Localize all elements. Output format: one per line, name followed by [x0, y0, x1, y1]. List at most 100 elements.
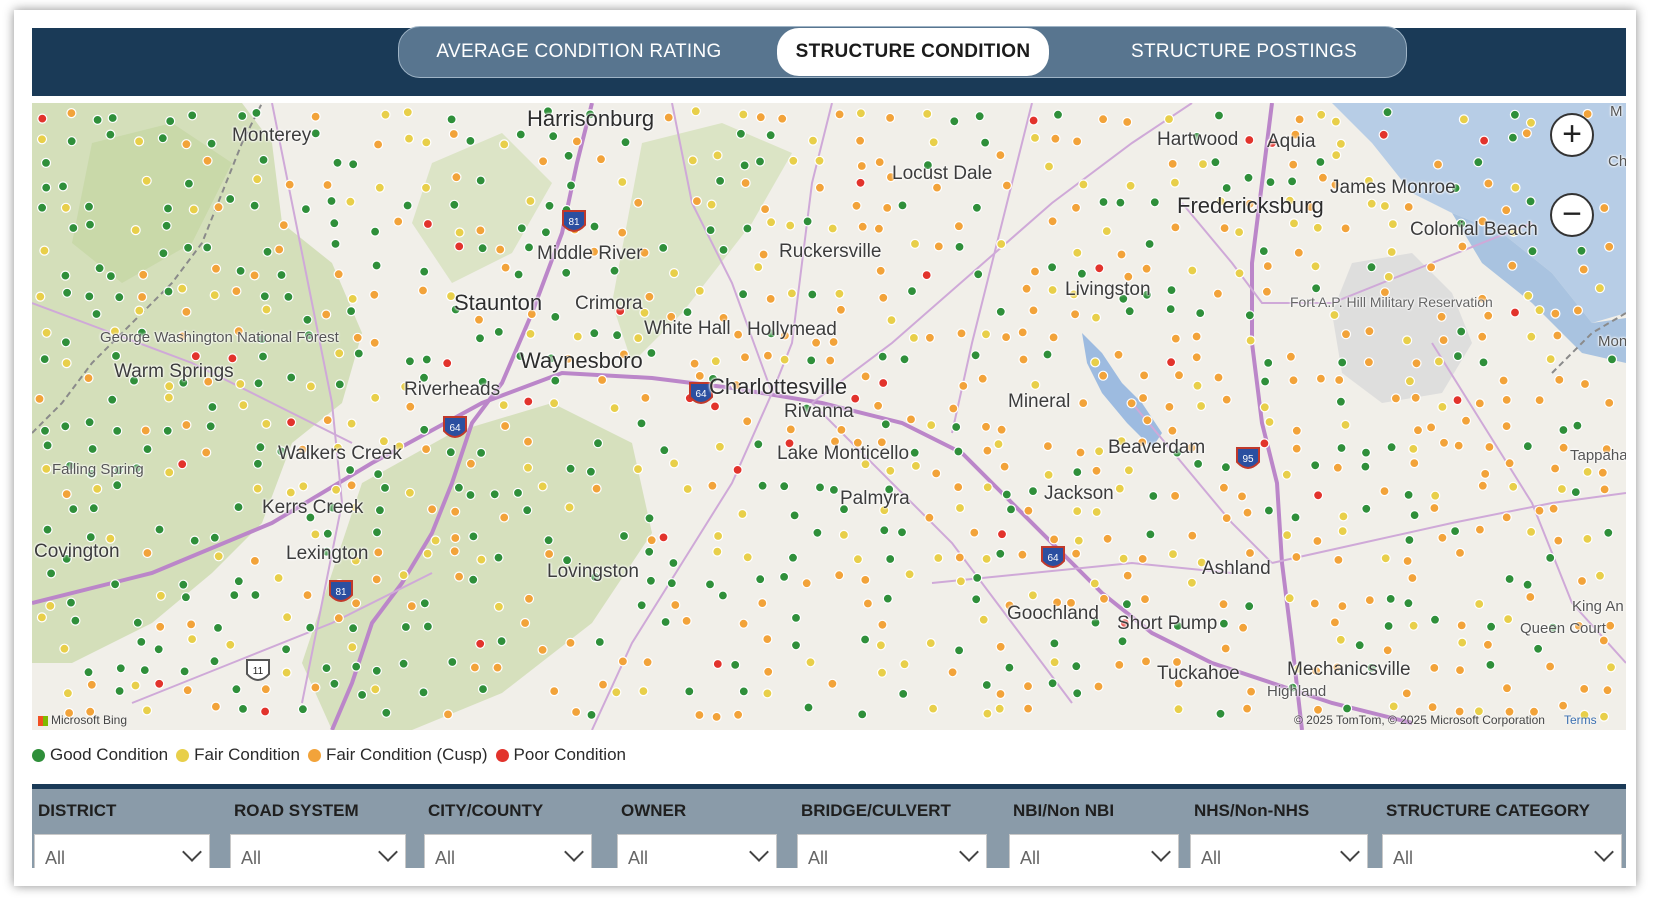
structure-marker[interactable] [370, 392, 381, 403]
structure-marker[interactable] [659, 445, 670, 456]
structure-marker[interactable] [706, 199, 717, 210]
structure-marker[interactable] [469, 662, 480, 673]
structure-marker[interactable] [1477, 480, 1488, 491]
zoom-out-button[interactable]: − [1550, 193, 1594, 237]
structure-marker[interactable] [286, 417, 297, 428]
structure-marker[interactable] [105, 271, 117, 282]
structure-marker[interactable] [1452, 351, 1464, 362]
structure-marker[interactable] [493, 326, 504, 337]
structure-marker[interactable] [682, 483, 693, 495]
structure-marker[interactable] [332, 157, 343, 168]
structure-marker[interactable] [180, 592, 191, 603]
structure-marker[interactable] [1244, 134, 1255, 146]
structure-marker[interactable] [499, 512, 510, 523]
structure-marker[interactable] [1167, 425, 1178, 436]
structure-marker[interactable] [345, 196, 356, 207]
structure-marker[interactable] [161, 220, 172, 231]
structure-marker[interactable] [1526, 331, 1537, 342]
structure-marker[interactable] [969, 527, 980, 538]
structure-marker[interactable] [1137, 553, 1148, 564]
structure-marker[interactable] [235, 265, 246, 276]
structure-marker[interactable] [737, 289, 749, 300]
structure-marker[interactable] [1234, 268, 1245, 279]
structure-marker[interactable] [1504, 573, 1515, 585]
structure-marker[interactable] [876, 667, 888, 678]
structure-marker[interactable] [1534, 305, 1545, 316]
structure-marker[interactable] [565, 180, 577, 191]
structure-marker[interactable] [908, 332, 920, 343]
structure-marker[interactable] [1093, 446, 1105, 457]
structure-marker[interactable] [633, 333, 644, 344]
structure-marker[interactable] [449, 546, 460, 557]
structure-marker[interactable] [922, 108, 933, 119]
structure-marker[interactable] [139, 664, 150, 676]
structure-marker[interactable] [177, 283, 188, 294]
structure-marker[interactable] [1432, 159, 1444, 170]
structure-marker[interactable] [1078, 179, 1089, 190]
structure-marker[interactable] [801, 578, 812, 589]
structure-marker[interactable] [302, 590, 313, 601]
structure-marker[interactable] [36, 612, 47, 623]
structure-marker[interactable] [947, 667, 958, 678]
structure-marker[interactable] [370, 684, 381, 695]
structure-marker[interactable] [65, 597, 77, 608]
structure-marker[interactable] [475, 175, 486, 186]
structure-marker[interactable] [714, 175, 726, 187]
structure-marker[interactable] [231, 286, 242, 297]
structure-marker[interactable] [154, 678, 165, 689]
structure-marker[interactable] [1408, 620, 1419, 631]
structure-marker[interactable] [1604, 241, 1615, 252]
structure-marker[interactable] [709, 401, 721, 412]
structure-marker[interactable] [617, 176, 628, 188]
structure-marker[interactable] [899, 659, 910, 670]
structure-marker[interactable] [949, 116, 960, 127]
structure-marker[interactable] [1438, 335, 1449, 346]
structure-marker[interactable] [642, 657, 653, 668]
structure-marker[interactable] [980, 329, 992, 340]
structure-marker[interactable] [668, 557, 679, 569]
structure-marker[interactable] [282, 612, 293, 623]
structure-marker[interactable] [476, 447, 487, 458]
structure-marker[interactable] [1017, 327, 1028, 338]
structure-marker[interactable] [814, 182, 826, 193]
structure-marker[interactable] [333, 269, 344, 280]
structure-marker[interactable] [1048, 534, 1060, 545]
structure-marker[interactable] [454, 241, 465, 252]
structure-marker[interactable] [346, 306, 357, 317]
structure-marker[interactable] [92, 114, 103, 125]
structure-marker[interactable] [1364, 595, 1375, 606]
structure-marker[interactable] [996, 238, 1007, 250]
structure-marker[interactable] [62, 688, 74, 699]
structure-marker[interactable] [860, 574, 871, 585]
structure-marker[interactable] [668, 458, 680, 469]
structure-marker[interactable] [1170, 222, 1181, 233]
structure-marker[interactable] [520, 617, 531, 629]
structure-marker[interactable] [351, 598, 362, 609]
structure-marker[interactable] [1390, 393, 1402, 404]
structure-marker[interactable] [740, 177, 751, 189]
structure-marker[interactable] [136, 291, 148, 303]
structure-marker[interactable] [1048, 332, 1059, 343]
structure-marker[interactable] [981, 553, 992, 564]
structure-marker[interactable] [909, 238, 921, 249]
structure-marker[interactable] [704, 579, 716, 590]
structure-marker[interactable] [91, 308, 102, 320]
structure-marker[interactable] [516, 223, 527, 234]
structure-marker[interactable] [346, 480, 357, 491]
structure-marker[interactable] [1291, 425, 1302, 436]
structure-marker[interactable] [1527, 246, 1538, 257]
structure-marker[interactable] [1144, 238, 1155, 250]
nbi-dropdown[interactable]: All [1009, 834, 1179, 868]
structure-marker[interactable] [182, 685, 193, 696]
structure-marker[interactable] [1123, 465, 1135, 476]
structure-marker[interactable] [449, 199, 460, 210]
structure-marker[interactable] [1483, 178, 1494, 189]
structure-marker[interactable] [899, 354, 910, 365]
structure-marker[interactable] [691, 195, 703, 207]
structure-marker[interactable] [803, 702, 814, 713]
structure-marker[interactable] [465, 489, 476, 501]
structure-marker[interactable] [181, 419, 192, 431]
structure-marker[interactable] [742, 552, 753, 563]
structure-marker[interactable] [1070, 202, 1082, 213]
structure-marker[interactable] [500, 262, 511, 273]
